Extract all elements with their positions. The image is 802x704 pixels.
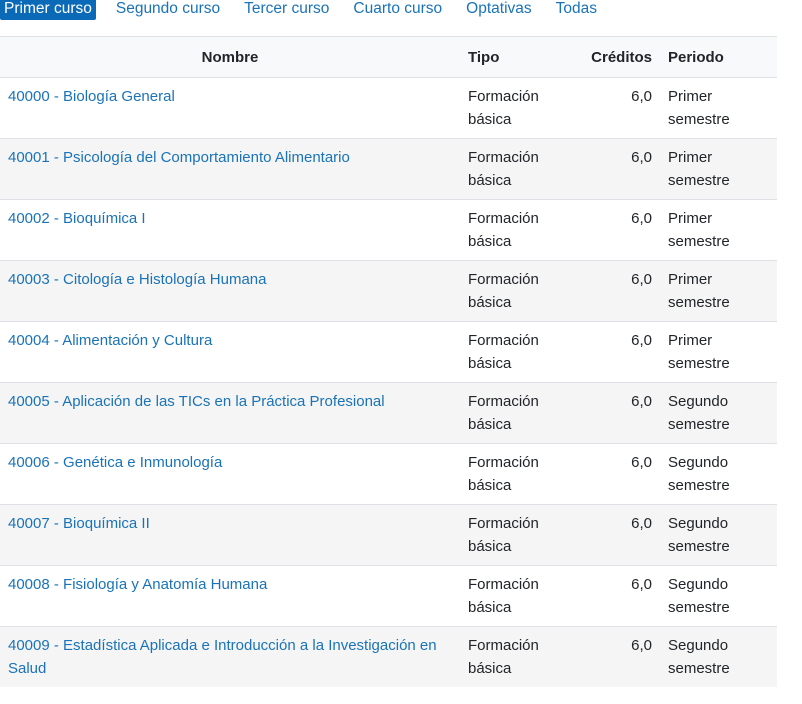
- cell-nombre: 40004 - Alimentación y Cultura: [0, 321, 460, 383]
- cell-creditos: 6,0: [570, 260, 660, 322]
- cell-creditos: 6,0: [570, 504, 660, 566]
- cell-periodo: Segundo semestre: [660, 504, 777, 566]
- cell-creditos: 6,0: [570, 565, 660, 627]
- cell-tipo: Formación básica: [460, 382, 570, 444]
- cell-tipo: Formación básica: [460, 565, 570, 627]
- cell-periodo: Primer semestre: [660, 321, 777, 383]
- cell-creditos: 6,0: [570, 382, 660, 444]
- cell-nombre: 40000 - Biología General: [0, 77, 460, 139]
- table-row: 40004 - Alimentación y Cultura Formación…: [0, 321, 777, 383]
- cell-tipo: Formación básica: [460, 504, 570, 566]
- subject-link[interactable]: 40004 - Alimentación y Cultura: [8, 332, 212, 349]
- cell-tipo: Formación básica: [460, 321, 570, 383]
- table-header: Nombre Tipo Créditos Periodo: [0, 36, 777, 78]
- subject-link[interactable]: 40006 - Genética e Inmunología: [8, 454, 222, 471]
- cell-tipo: Formación básica: [460, 443, 570, 505]
- table-row: 40003 - Citología e Histología Humana Fo…: [0, 260, 777, 322]
- cell-tipo: Formación básica: [460, 626, 570, 687]
- cell-nombre: 40007 - Bioquímica II: [0, 504, 460, 566]
- tab-tercer-curso[interactable]: Tercer curso: [232, 0, 341, 20]
- table-row: 40000 - Biología General Formación básic…: [0, 77, 777, 139]
- column-header-periodo: Periodo: [660, 36, 777, 78]
- table-row: 40006 - Genética e Inmunología Formación…: [0, 443, 777, 505]
- cell-tipo: Formación básica: [460, 138, 570, 200]
- subject-link[interactable]: 40009 - Estadística Aplicada e Introducc…: [8, 637, 437, 677]
- cell-creditos: 6,0: [570, 138, 660, 200]
- cell-nombre: 40005 - Aplicación de las TICs en la Prá…: [0, 382, 460, 444]
- tab-cuarto-curso[interactable]: Cuarto curso: [341, 0, 454, 20]
- subject-link[interactable]: 40001 - Psicología del Comportamiento Al…: [8, 149, 350, 166]
- cell-periodo: Segundo semestre: [660, 626, 777, 687]
- subject-link[interactable]: 40008 - Fisiología y Anatomía Humana: [8, 576, 267, 593]
- cell-periodo: Primer semestre: [660, 77, 777, 139]
- table-body: 40000 - Biología General Formación básic…: [0, 77, 777, 687]
- cell-nombre: 40008 - Fisiología y Anatomía Humana: [0, 565, 460, 627]
- table-row: 40009 - Estadística Aplicada e Introducc…: [0, 626, 777, 687]
- header-row: Nombre Tipo Créditos Periodo: [0, 36, 777, 78]
- cell-tipo: Formación básica: [460, 199, 570, 261]
- table-row: 40008 - Fisiología y Anatomía Humana For…: [0, 565, 777, 627]
- subject-link[interactable]: 40007 - Bioquímica II: [8, 515, 150, 532]
- table-row: 40007 - Bioquímica II Formación básica 6…: [0, 504, 777, 566]
- column-header-nombre: Nombre: [0, 36, 460, 78]
- cell-creditos: 6,0: [570, 321, 660, 383]
- tab-todas[interactable]: Todas: [544, 0, 609, 20]
- cell-nombre: 40003 - Citología e Histología Humana: [0, 260, 460, 322]
- cell-nombre: 40001 - Psicología del Comportamiento Al…: [0, 138, 460, 200]
- table-row: 40001 - Psicología del Comportamiento Al…: [0, 138, 777, 200]
- subject-link[interactable]: 40002 - Bioquímica I: [8, 210, 146, 227]
- subjects-table-container: Nombre Tipo Créditos Periodo 40000 - Bio…: [0, 36, 777, 687]
- tab-segundo-curso[interactable]: Segundo curso: [104, 0, 232, 20]
- course-year-tabs: Primer curso Segundo curso Tercer curso …: [0, 0, 609, 24]
- cell-nombre: 40009 - Estadística Aplicada e Introducc…: [0, 626, 460, 687]
- cell-periodo: Primer semestre: [660, 138, 777, 200]
- cell-periodo: Primer semestre: [660, 260, 777, 322]
- subject-link[interactable]: 40000 - Biología General: [8, 88, 175, 105]
- subject-link[interactable]: 40005 - Aplicación de las TICs en la Prá…: [8, 393, 385, 410]
- cell-periodo: Segundo semestre: [660, 443, 777, 505]
- tab-primer-curso[interactable]: Primer curso: [0, 0, 96, 20]
- cell-periodo: Segundo semestre: [660, 382, 777, 444]
- subjects-table: Nombre Tipo Créditos Periodo 40000 - Bio…: [0, 36, 777, 687]
- cell-periodo: Segundo semestre: [660, 565, 777, 627]
- tab-optativas[interactable]: Optativas: [454, 0, 543, 20]
- cell-nombre: 40006 - Genética e Inmunología: [0, 443, 460, 505]
- cell-periodo: Primer semestre: [660, 199, 777, 261]
- table-row: 40002 - Bioquímica I Formación básica 6,…: [0, 199, 777, 261]
- column-header-creditos: Créditos: [570, 36, 660, 78]
- subject-link[interactable]: 40003 - Citología e Histología Humana: [8, 271, 267, 288]
- cell-tipo: Formación básica: [460, 260, 570, 322]
- column-header-tipo: Tipo: [460, 36, 570, 78]
- cell-creditos: 6,0: [570, 77, 660, 139]
- table-row: 40005 - Aplicación de las TICs en la Prá…: [0, 382, 777, 444]
- cell-creditos: 6,0: [570, 199, 660, 261]
- cell-nombre: 40002 - Bioquímica I: [0, 199, 460, 261]
- cell-creditos: 6,0: [570, 626, 660, 687]
- cell-tipo: Formación básica: [460, 77, 570, 139]
- cell-creditos: 6,0: [570, 443, 660, 505]
